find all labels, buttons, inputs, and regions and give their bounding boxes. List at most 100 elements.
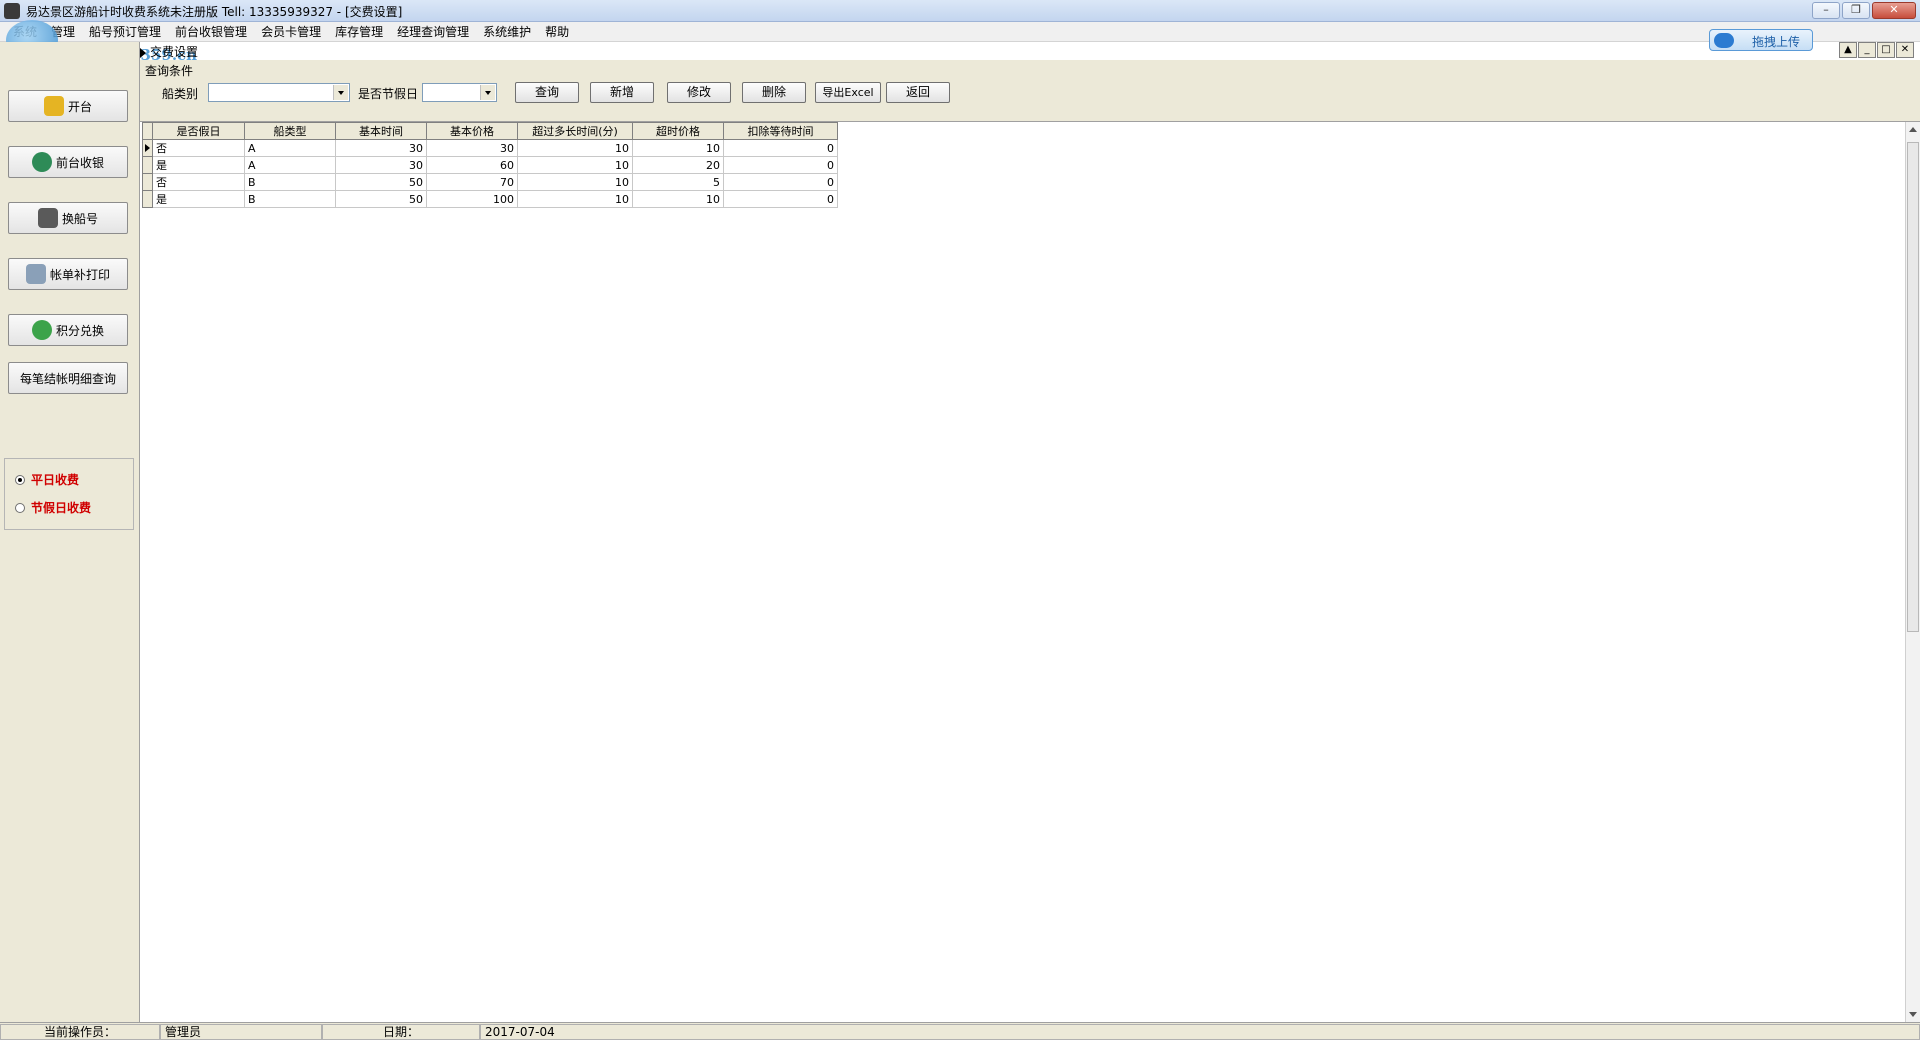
table-row[interactable]: 否 A 30 30 10 10 0 (142, 139, 838, 157)
holiday-fee-option[interactable]: 节假日收费 (15, 499, 91, 516)
cell-base-time[interactable]: 30 (335, 139, 427, 157)
row-indicator[interactable] (142, 173, 153, 191)
fee-settings-grid: 是否假日 船类型 基本时间 基本价格 超过多长时间(分) 超时价格 扣除等待时间… (142, 122, 838, 208)
table-row[interactable]: 是 A 30 60 10 20 0 (142, 156, 838, 174)
menu-front-cashier[interactable]: 前台收银管理 (168, 24, 254, 40)
table-row[interactable]: 是 B 50 100 10 10 0 (142, 190, 838, 208)
row-indicator[interactable] (142, 190, 153, 208)
cell-is-holiday[interactable]: 是 (152, 190, 245, 208)
weekday-fee-radio[interactable] (15, 474, 25, 485)
swap-boat-button[interactable]: 换船号 (8, 202, 128, 234)
open-table-button[interactable]: 开台 (8, 90, 128, 122)
drag-upload-button[interactable]: 拖拽上传 (1709, 29, 1813, 51)
minimize-button[interactable]: – (1812, 2, 1840, 19)
holiday-select[interactable] (422, 83, 497, 102)
operator-value: 管理员 (160, 1024, 322, 1040)
swap-boat-icon (37, 208, 58, 228)
table-row[interactable]: 否 B 50 70 10 5 0 (142, 173, 838, 191)
col-base-price[interactable]: 基本价格 (426, 122, 518, 140)
menu-system[interactable]: 系统 (6, 24, 44, 40)
holiday-fee-radio[interactable] (15, 502, 25, 513)
cell-base-time[interactable]: 50 (335, 190, 427, 208)
add-button[interactable]: 新增 (590, 82, 654, 103)
cell-overtime-threshold[interactable]: 10 (517, 156, 633, 174)
child-minimize-button[interactable]: _ (1858, 42, 1876, 58)
child-up-icon[interactable]: ▲ (1839, 42, 1857, 58)
settlement-detail-button[interactable]: 每笔结帐明细查询 (8, 362, 128, 394)
operator-label: 当前操作员： (0, 1024, 160, 1040)
printer-icon (25, 264, 46, 284)
cell-boat-type[interactable]: A (244, 156, 336, 174)
restore-button[interactable]: ❐ (1842, 2, 1870, 19)
query-button[interactable]: 查询 (515, 82, 579, 103)
mdi-tab[interactable]: 交费设置 (140, 43, 198, 60)
cell-overtime-threshold[interactable]: 10 (517, 190, 633, 208)
cell-is-holiday[interactable]: 否 (152, 139, 245, 157)
scroll-down-icon[interactable] (1909, 1012, 1917, 1017)
cell-overtime-price[interactable]: 5 (632, 173, 724, 191)
cell-boat-type[interactable]: B (244, 190, 336, 208)
cell-base-price[interactable]: 70 (426, 173, 518, 191)
cell-base-price[interactable]: 30 (426, 139, 518, 157)
boat-type-select[interactable] (208, 83, 350, 102)
points-exchange-button[interactable]: 积分兑换 (8, 314, 128, 346)
menu-manage[interactable]: 管理 (44, 24, 82, 40)
menu-inventory[interactable]: 库存管理 (328, 24, 390, 40)
scroll-up-icon[interactable] (1909, 127, 1917, 132)
menu-member-card[interactable]: 会员卡管理 (254, 24, 328, 40)
reprint-bill-button[interactable]: 帐单补打印 (8, 258, 128, 290)
cell-overtime-threshold[interactable]: 10 (517, 139, 633, 157)
cell-overtime-price[interactable]: 10 (632, 139, 724, 157)
points-icon (31, 320, 52, 340)
col-boat-type[interactable]: 船类型 (244, 122, 336, 140)
mdi-tab-label: 交费设置 (150, 45, 199, 59)
window-controls: – ❐ ✕ (1812, 2, 1916, 19)
holiday-fee-label: 节假日收费 (31, 501, 92, 515)
menu-boat-booking[interactable]: 船号预订管理 (82, 24, 168, 40)
cell-is-holiday[interactable]: 否 (152, 173, 245, 191)
cell-wait-deduct[interactable]: 0 (723, 156, 838, 174)
col-base-time[interactable]: 基本时间 (335, 122, 427, 140)
back-button[interactable]: 返回 (886, 82, 950, 103)
cell-wait-deduct[interactable]: 0 (723, 139, 838, 157)
chevron-down-icon[interactable] (333, 85, 348, 100)
menu-bar: 系统 管理 船号预订管理 前台收银管理 会员卡管理 库存管理 经理查询管理 系统… (0, 22, 1920, 42)
cell-boat-type[interactable]: B (244, 173, 336, 191)
child-close-button[interactable]: ✕ (1896, 42, 1914, 58)
weekday-fee-option[interactable]: 平日收费 (15, 471, 79, 488)
menu-help[interactable]: 帮助 (538, 24, 576, 40)
scroll-thumb[interactable] (1907, 142, 1919, 632)
child-restore-button[interactable]: □ (1877, 42, 1895, 58)
query-section-label: 查询条件 (145, 64, 194, 78)
col-is-holiday[interactable]: 是否假日 (152, 122, 245, 140)
col-overtime-price[interactable]: 超时价格 (632, 122, 724, 140)
cell-wait-deduct[interactable]: 0 (723, 190, 838, 208)
chevron-down-icon[interactable] (480, 85, 495, 100)
cell-base-time[interactable]: 30 (335, 156, 427, 174)
close-button[interactable]: ✕ (1872, 2, 1916, 19)
vertical-scrollbar[interactable] (1905, 122, 1920, 1022)
row-indicator[interactable] (142, 156, 153, 174)
menu-manager-query[interactable]: 经理查询管理 (390, 24, 476, 40)
edit-button[interactable]: 修改 (667, 82, 731, 103)
col-wait-deduct[interactable]: 扣除等待时间 (723, 122, 838, 140)
col-overtime-threshold[interactable]: 超过多长时间(分) (517, 122, 633, 140)
cell-base-price[interactable]: 100 (426, 190, 518, 208)
cell-base-time[interactable]: 50 (335, 173, 427, 191)
export-excel-button[interactable]: 导出Excel (815, 82, 881, 103)
app-icon[interactable] (4, 3, 20, 19)
cell-overtime-threshold[interactable]: 10 (517, 173, 633, 191)
cell-wait-deduct[interactable]: 0 (723, 173, 838, 191)
front-cashier-button[interactable]: 前台收银 (8, 146, 128, 178)
cell-overtime-price[interactable]: 10 (632, 190, 724, 208)
date-label: 日期： (322, 1024, 480, 1040)
menu-maintenance[interactable]: 系统维护 (476, 24, 538, 40)
row-indicator[interactable] (142, 139, 153, 157)
row-indicator-header (142, 122, 153, 140)
cell-overtime-price[interactable]: 20 (632, 156, 724, 174)
delete-button[interactable]: 删除 (742, 82, 806, 103)
fee-mode-panel: 平日收费 节假日收费 (4, 458, 134, 530)
cell-is-holiday[interactable]: 是 (152, 156, 245, 174)
cell-base-price[interactable]: 60 (426, 156, 518, 174)
cell-boat-type[interactable]: A (244, 139, 336, 157)
